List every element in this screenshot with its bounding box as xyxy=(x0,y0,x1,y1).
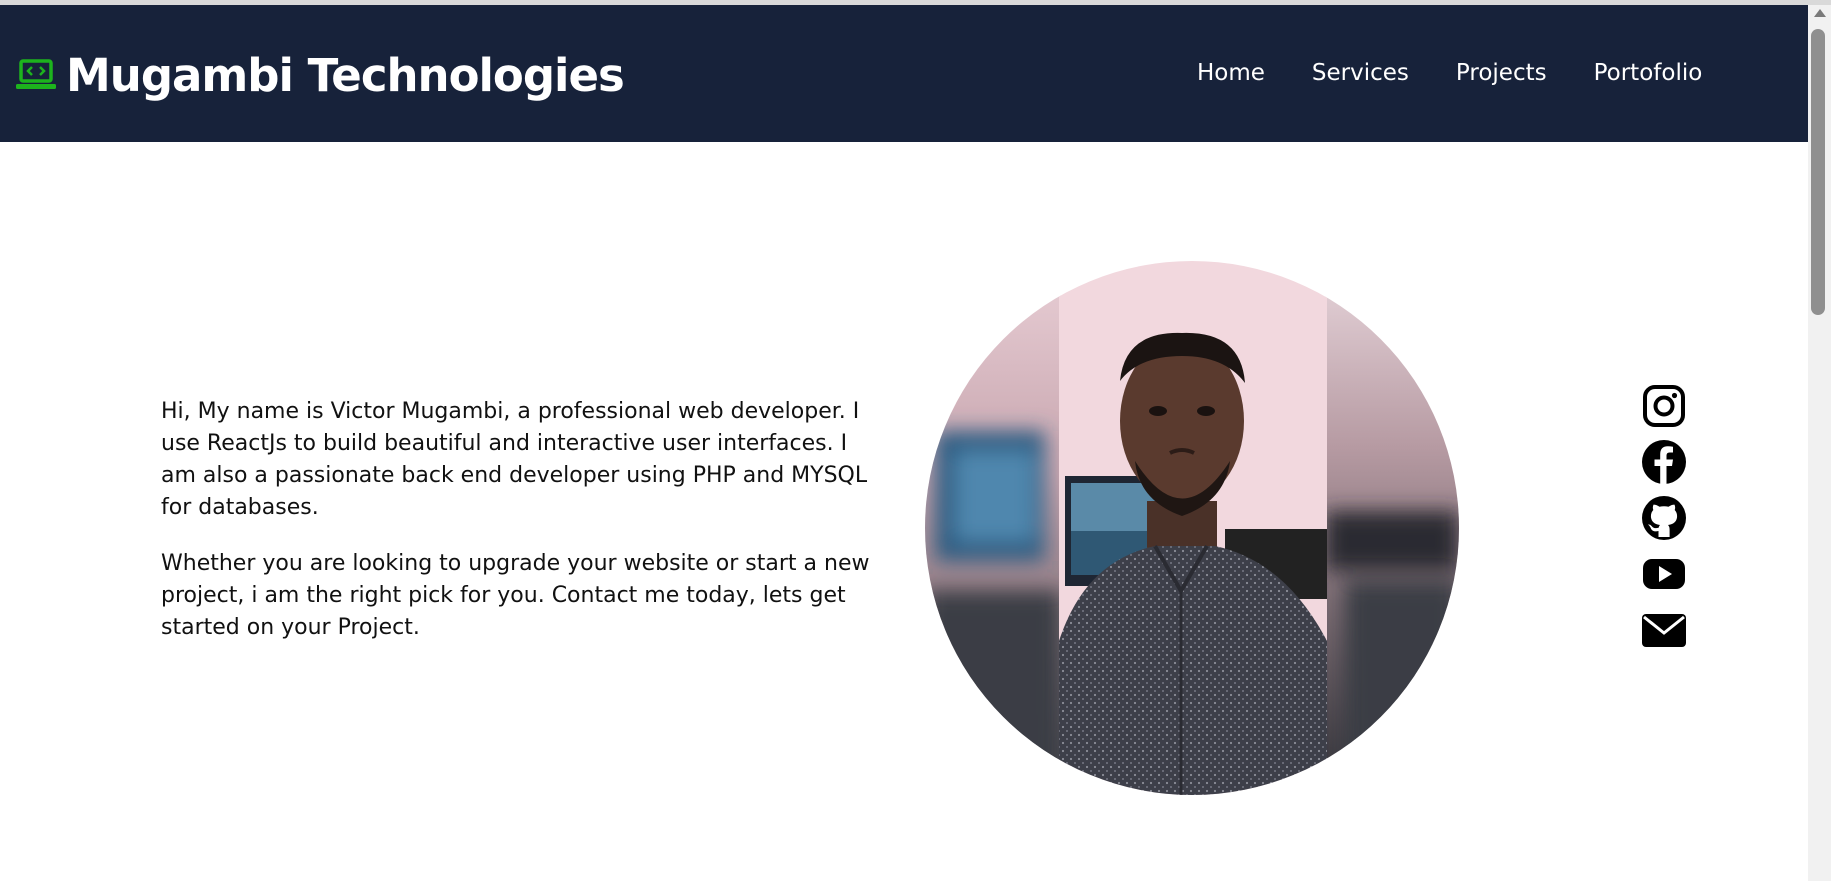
profile-photo xyxy=(925,261,1459,795)
brand[interactable]: Mugambi Technologies xyxy=(16,45,625,105)
nav-services[interactable]: Services xyxy=(1312,60,1409,86)
site-header: Mugambi Technologies Home Services Proje… xyxy=(0,5,1808,142)
nav-home[interactable]: Home xyxy=(1197,60,1265,86)
github-icon[interactable] xyxy=(1641,495,1687,541)
nav-projects[interactable]: Projects xyxy=(1456,60,1547,86)
scroll-thumb[interactable] xyxy=(1811,29,1825,315)
instagram-icon[interactable] xyxy=(1641,383,1687,429)
laptop-code-icon xyxy=(16,59,56,89)
scroll-up-arrow-icon[interactable] xyxy=(1814,9,1826,17)
portrait-illustration xyxy=(925,261,1459,795)
youtube-icon[interactable] xyxy=(1641,551,1687,597)
page-scrollbar[interactable] xyxy=(1808,5,1831,881)
intro-text: Hi, My name is Victor Mugambi, a profess… xyxy=(161,396,871,668)
facebook-icon[interactable] xyxy=(1641,439,1687,485)
nav-portfolio[interactable]: Portofolio xyxy=(1594,60,1703,86)
email-icon[interactable] xyxy=(1641,607,1687,653)
intro-paragraph-2: Whether you are looking to upgrade your … xyxy=(161,551,870,640)
social-links xyxy=(1640,383,1688,663)
intro-paragraph-1: Hi, My name is Victor Mugambi, a profess… xyxy=(161,399,868,520)
main-nav: Home Services Projects Portofolio xyxy=(1197,60,1702,86)
brand-title: Mugambi Technologies xyxy=(66,48,625,102)
